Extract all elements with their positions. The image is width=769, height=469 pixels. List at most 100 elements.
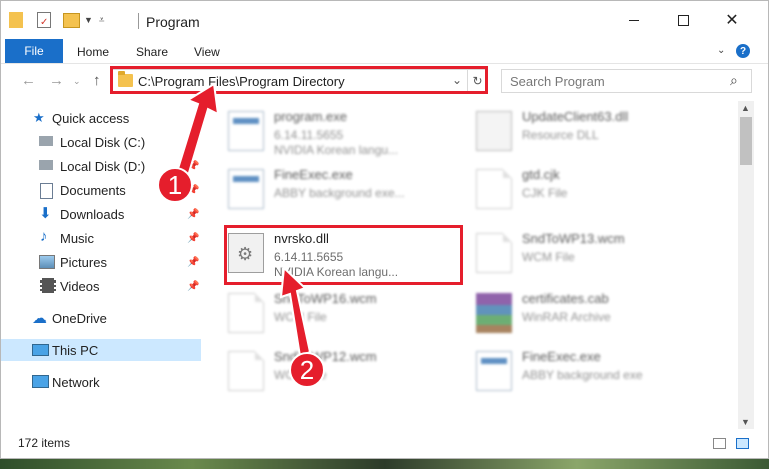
maximize-icon — [677, 14, 689, 26]
scroll-down-icon[interactable]: ▼ — [741, 417, 750, 427]
pin-icon[interactable]: 📌 — [187, 257, 199, 268]
pin-icon[interactable]: 📌 — [187, 209, 199, 220]
sidebar-item-label: Downloads — [60, 206, 125, 222]
documents-icon — [40, 183, 53, 199]
explorer-window: ✓ ▼ ⩡ Program ✕ File Home Share View ⌄ ?… — [0, 0, 769, 459]
customize-toolbar-icon[interactable]: ⩡ — [99, 15, 105, 26]
vertical-scrollbar[interactable]: ▲ ▼ — [738, 101, 754, 429]
file-item[interactable]: SndToWP16.wcm WCM File — [228, 287, 468, 347]
recent-locations-icon[interactable]: ⌄ — [73, 76, 81, 87]
drive-icon — [39, 160, 53, 170]
sidebar-item-pictures[interactable]: Pictures 📌 — [1, 251, 201, 273]
file-name: certificates.cab — [522, 291, 609, 306]
address-dropdown-icon[interactable]: ⌄ — [452, 73, 462, 87]
large-icons-view-icon[interactable] — [736, 438, 749, 449]
maximize-button[interactable] — [660, 1, 706, 39]
refresh-icon[interactable]: ↻ — [467, 70, 487, 92]
sidebar-item-label: Local Disk (C:) — [60, 134, 146, 150]
pin-icon[interactable]: 📌 — [187, 161, 199, 172]
file-item[interactable]: UpdateClient63.dll Resource DLL — [476, 105, 716, 165]
sidebar-item-videos[interactable]: Videos 📌 — [1, 275, 201, 297]
generic-file-icon — [228, 293, 264, 333]
file-detail: WCM File — [274, 310, 327, 324]
file-detail: WinRAR Archive — [522, 310, 611, 324]
file-item[interactable]: FineExec.exe ABBY background exe... — [228, 163, 468, 223]
file-item[interactable]: program.exe 6.14.11.5655 NVIDIA Korean l… — [228, 105, 468, 165]
tab-home[interactable]: Home — [77, 45, 109, 59]
details-view-icon[interactable] — [713, 438, 726, 449]
sidebar-item-downloads[interactable]: ⬇ Downloads 📌 — [1, 203, 201, 225]
file-item[interactable]: FineExec.exe ABBY background exe — [476, 345, 716, 405]
sidebar-item-music[interactable]: ♪ Music 📌 — [1, 227, 201, 249]
star-icon: ★ — [33, 110, 45, 125]
search-icon[interactable]: ⌕ — [730, 72, 738, 89]
file-detail: Resource DLL — [522, 128, 599, 142]
file-description: NVIDIA Korean langu... — [274, 143, 399, 157]
close-icon: ✕ — [725, 12, 739, 29]
drive-icon — [39, 136, 53, 146]
minimize-icon — [629, 19, 639, 21]
expand-ribbon-icon[interactable]: ⌄ — [717, 45, 725, 56]
title-bar: ✓ ▼ ⩡ Program ✕ — [1, 1, 768, 39]
up-arrow-icon[interactable]: ↑ — [93, 72, 101, 89]
forward-arrow-icon[interactable]: → — [49, 72, 64, 89]
sidebar-item-label: Network — [52, 374, 100, 390]
desktop-background — [0, 459, 769, 469]
sidebar-item-label: Videos — [60, 278, 100, 294]
back-arrow-icon[interactable]: ← — [21, 72, 36, 89]
sidebar-item-onedrive[interactable]: ☁ OneDrive — [1, 307, 201, 329]
file-item[interactable]: SndToWP12.wcm WCM File — [228, 345, 468, 405]
pin-icon[interactable]: 📌 — [187, 281, 199, 292]
file-name: UpdateClient63.dll — [522, 109, 629, 124]
file-detail: ABBY background exe... — [274, 186, 405, 200]
file-name: SndToWP13.wcm — [522, 231, 625, 246]
file-name: gtd.cjk — [522, 167, 560, 182]
file-item[interactable]: certificates.cab WinRAR Archive — [476, 287, 716, 347]
step-2-badge: 2 — [289, 352, 325, 388]
sidebar-item-quick-access[interactable]: ★ Quick access — [1, 107, 201, 129]
chevron-down-icon[interactable]: ▼ — [84, 15, 93, 25]
scrollbar-thumb[interactable] — [740, 117, 752, 165]
generic-file-icon — [228, 351, 264, 391]
file-item[interactable]: gtd.cjk CJK File — [476, 163, 716, 223]
tab-view[interactable]: View — [194, 45, 220, 59]
quick-access-toolbar: ✓ ▼ ⩡ — [9, 11, 105, 29]
tab-file[interactable]: File — [5, 39, 63, 63]
cloud-icon: ☁ — [32, 310, 47, 327]
title-separator — [138, 13, 139, 29]
sidebar-item-label: Pictures — [60, 254, 107, 270]
step-1-badge: 1 — [157, 167, 193, 203]
address-bar[interactable]: C:\Program Files\Program Directory ⌄ ↻ — [111, 69, 486, 93]
sidebar-item-label: Music — [60, 230, 94, 246]
sidebar-item-local-disk-c[interactable]: Local Disk (C:) — [1, 131, 201, 153]
file-name: FineExec.exe — [274, 167, 353, 182]
file-detail: CJK File — [522, 186, 568, 200]
file-name: program.exe — [274, 109, 347, 124]
pin-icon[interactable]: 📌 — [187, 233, 199, 244]
minimize-button[interactable] — [611, 1, 657, 39]
sidebar-item-network[interactable]: Network — [1, 371, 201, 393]
folder-icon[interactable] — [9, 12, 23, 28]
sidebar-item-label: Quick access — [52, 110, 130, 126]
exe-file-icon — [228, 111, 264, 151]
sidebar-item-this-pc[interactable]: This PC — [1, 339, 201, 361]
file-name: SndToWP16.wcm — [274, 291, 377, 306]
archive-file-icon — [476, 293, 512, 333]
search-input[interactable]: Search Program ⌕ — [501, 69, 752, 93]
item-count: 172 items — [18, 436, 71, 450]
properties-icon[interactable]: ✓ — [37, 12, 51, 28]
status-bar: 172 items — [1, 431, 768, 455]
close-button[interactable]: ✕ — [709, 1, 755, 39]
file-name: FineExec.exe — [522, 349, 601, 364]
tab-share[interactable]: Share — [136, 45, 168, 59]
videos-icon — [40, 278, 56, 293]
file-detail: ABBY background exe — [522, 368, 643, 382]
help-icon[interactable]: ? — [736, 44, 750, 58]
exe-file-icon — [476, 351, 512, 391]
computer-icon — [32, 344, 49, 356]
new-folder-icon[interactable] — [63, 12, 80, 28]
file-item[interactable]: SndToWP13.wcm WCM File — [476, 227, 716, 287]
file-highlight — [224, 225, 463, 285]
scroll-up-icon[interactable]: ▲ — [741, 103, 750, 113]
ribbon-tabs: File Home Share View ⌄ ? — [1, 39, 768, 64]
